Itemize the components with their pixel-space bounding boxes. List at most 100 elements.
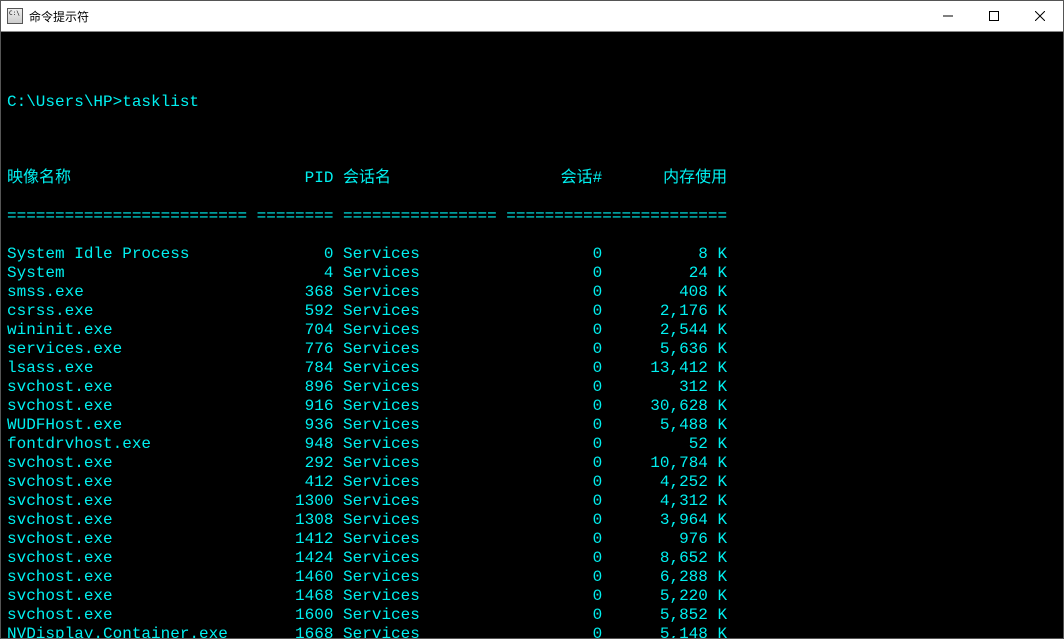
cell-pid: 1668 [257, 625, 334, 638]
tasklist-row: System Idle Process0 Services08 K [7, 245, 1057, 264]
cell-mem: 8 K [602, 245, 727, 264]
cell-image: svchost.exe [7, 454, 257, 473]
cell-session-id: 0 [506, 397, 602, 416]
tasklist-rows: System Idle Process0 Services08 KSystem4… [7, 245, 1057, 638]
tasklist-row: fontdrvhost.exe948 Services052 K [7, 435, 1057, 454]
tasklist-row: csrss.exe592 Services02,176 K [7, 302, 1057, 321]
cell-mem: 2,176 K [602, 302, 727, 321]
cell-image: svchost.exe [7, 492, 257, 511]
cell-session: Services [343, 530, 506, 549]
cell-mem: 6,288 K [602, 568, 727, 587]
tasklist-row: wininit.exe704 Services02,544 K [7, 321, 1057, 340]
tasklist-row: svchost.exe1600 Services05,852 K [7, 606, 1057, 625]
cell-image: svchost.exe [7, 549, 257, 568]
cell-session-id: 0 [506, 606, 602, 625]
cell-session: Services [343, 473, 506, 492]
prompt: C:\Users\HP> [7, 93, 122, 111]
header-session-id: 会话# [506, 169, 602, 188]
cell-session-id: 0 [506, 511, 602, 530]
cell-session: Services [343, 549, 506, 568]
cell-session: Services [343, 492, 506, 511]
cmd-icon [7, 8, 23, 24]
cell-pid: 704 [257, 321, 334, 340]
cell-session: Services [343, 511, 506, 530]
cell-session-id: 0 [506, 245, 602, 264]
tasklist-row: svchost.exe896 Services0312 K [7, 378, 1057, 397]
cell-session-id: 0 [506, 416, 602, 435]
cell-mem: 5,852 K [602, 606, 727, 625]
cell-session: Services [343, 454, 506, 473]
cell-pid: 948 [257, 435, 334, 454]
cell-image: services.exe [7, 340, 257, 359]
maximize-button[interactable] [971, 1, 1017, 31]
cell-pid: 776 [257, 340, 334, 359]
cell-mem: 4,252 K [602, 473, 727, 492]
cell-pid: 1412 [257, 530, 334, 549]
tasklist-header: 映像名称 PID 会话名 会话# 内存使用 [7, 169, 1057, 188]
cell-session: Services [343, 264, 506, 283]
terminal-output[interactable]: C:\Users\HP>tasklist 映像名称 PID 会话名 会话# 内存… [1, 32, 1063, 638]
cell-image: WUDFHost.exe [7, 416, 257, 435]
cell-image: svchost.exe [7, 587, 257, 606]
cell-session-id: 0 [506, 435, 602, 454]
cell-image: smss.exe [7, 283, 257, 302]
cell-mem: 10,784 K [602, 454, 727, 473]
tasklist-row: svchost.exe916 Services030,628 K [7, 397, 1057, 416]
cell-pid: 1600 [257, 606, 334, 625]
cell-image: System Idle Process [7, 245, 257, 264]
cell-mem: 312 K [602, 378, 727, 397]
cell-mem: 13,412 K [602, 359, 727, 378]
cell-image: svchost.exe [7, 397, 257, 416]
cell-session: Services [343, 587, 506, 606]
maximize-icon [989, 11, 999, 21]
cell-session-id: 0 [506, 454, 602, 473]
cell-session: Services [343, 397, 506, 416]
cell-image: svchost.exe [7, 511, 257, 530]
cell-mem: 4,312 K [602, 492, 727, 511]
cell-session: Services [343, 416, 506, 435]
cell-session: Services [343, 283, 506, 302]
cell-pid: 592 [257, 302, 334, 321]
cell-pid: 896 [257, 378, 334, 397]
tasklist-row: System4 Services024 K [7, 264, 1057, 283]
tasklist-row: lsass.exe784 Services013,412 K [7, 359, 1057, 378]
window-controls [925, 1, 1063, 31]
cell-session: Services [343, 321, 506, 340]
cell-image: lsass.exe [7, 359, 257, 378]
header-image: 映像名称 [7, 169, 257, 188]
close-icon [1035, 11, 1045, 21]
cell-session-id: 0 [506, 283, 602, 302]
cell-image: svchost.exe [7, 568, 257, 587]
close-button[interactable] [1017, 1, 1063, 31]
blank-line [7, 131, 1057, 150]
blank-line [7, 55, 1057, 74]
tasklist-row: svchost.exe1300 Services04,312 K [7, 492, 1057, 511]
cell-mem: 52 K [602, 435, 727, 454]
cell-mem: 24 K [602, 264, 727, 283]
cell-image: svchost.exe [7, 606, 257, 625]
title-bar[interactable]: 命令提示符 [1, 1, 1063, 32]
tasklist-row: svchost.exe1468 Services05,220 K [7, 587, 1057, 606]
cell-session: Services [343, 378, 506, 397]
header-session: 会话名 [343, 169, 506, 188]
tasklist-separator: ========================= ======== =====… [7, 207, 1057, 226]
cell-session-id: 0 [506, 530, 602, 549]
cell-session-id: 0 [506, 492, 602, 511]
cell-session: Services [343, 568, 506, 587]
cell-pid: 1424 [257, 549, 334, 568]
minimize-button[interactable] [925, 1, 971, 31]
tasklist-row: smss.exe368 Services0408 K [7, 283, 1057, 302]
cell-session-id: 0 [506, 473, 602, 492]
cell-session: Services [343, 302, 506, 321]
cell-session: Services [343, 606, 506, 625]
cell-session-id: 0 [506, 359, 602, 378]
tasklist-row: svchost.exe1308 Services03,964 K [7, 511, 1057, 530]
cell-session-id: 0 [506, 549, 602, 568]
cell-image: svchost.exe [7, 473, 257, 492]
cell-image: System [7, 264, 257, 283]
header-pid: PID [257, 169, 334, 188]
cell-mem: 408 K [602, 283, 727, 302]
cell-image: fontdrvhost.exe [7, 435, 257, 454]
tasklist-row: svchost.exe292 Services010,784 K [7, 454, 1057, 473]
cell-pid: 1468 [257, 587, 334, 606]
